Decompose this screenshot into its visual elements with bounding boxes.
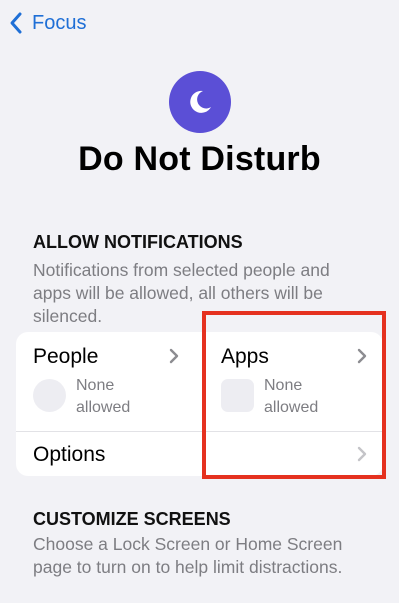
chevron-right-icon [357,446,367,462]
people-cell[interactable]: People None allowed [16,332,199,431]
apps-label: Apps [221,345,269,368]
chevron-left-icon [10,12,22,34]
allow-notifications-header: ALLOW NOTIFICATIONS [33,232,243,252]
back-label: Focus [32,11,87,34]
moon-icon [190,90,211,113]
page-title: Do Not Disturb [78,140,321,178]
options-label: Options [33,443,106,466]
apps-icon-placeholder [221,379,254,412]
people-status-line1: None [76,377,115,394]
do-not-disturb-icon [169,71,231,133]
people-avatar-placeholder [33,379,66,412]
apps-cell[interactable]: Apps None allowed [205,332,383,431]
customize-screens-header: CUSTOMIZE SCREENS [33,509,231,529]
allow-notifications-card: People None allowed Apps None allowed Op… [16,332,383,476]
apps-status-line1: None [264,377,303,394]
back-button[interactable]: Focus [8,8,86,38]
chevron-right-icon [169,348,179,364]
chevron-right-icon [357,348,367,364]
people-status-line2: allowed [76,399,131,416]
apps-status: None allowed [264,375,318,419]
options-row[interactable]: Options [16,432,383,476]
allow-notifications-description: Notifications from selected people and a… [33,260,330,326]
customize-screens-description: Choose a Lock Screen or Home Screen page… [33,534,343,577]
apps-status-line2: allowed [264,399,319,416]
people-label: People [33,345,99,368]
people-status: None allowed [76,375,130,419]
